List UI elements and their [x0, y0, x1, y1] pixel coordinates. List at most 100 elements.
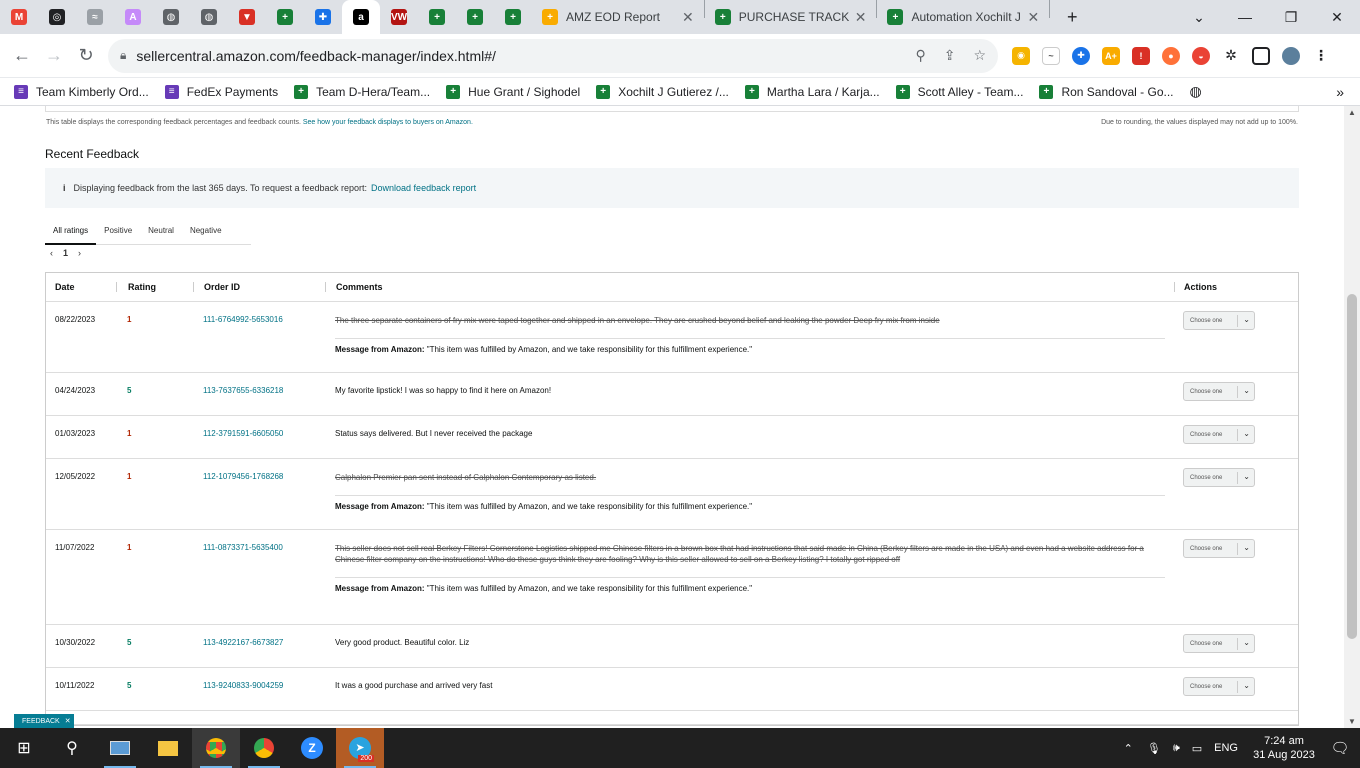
order-id-link[interactable]: 113-7637655-6336218: [193, 373, 325, 415]
bookmark-globe-icon[interactable]: ◍: [1190, 83, 1202, 100]
extension-blue-icon[interactable]: ✚: [1072, 46, 1090, 65]
order-id-link[interactable]: 111-6764992-5653016: [193, 302, 325, 372]
bookmark-item[interactable]: ≡ FedEx Payments: [164, 84, 278, 99]
extension-alert-icon[interactable]: !: [1132, 46, 1150, 65]
scrollbar-thumb[interactable]: [1347, 294, 1357, 639]
microphone-icon[interactable]: 🎙︎: [1147, 742, 1161, 755]
new-tab-button[interactable]: +: [1056, 1, 1088, 33]
bookmark-item[interactable]: + Scott Alley - Team...: [895, 84, 1023, 99]
tab-neutral[interactable]: Neutral: [140, 220, 182, 245]
site-info-icon[interactable]: 🔒︎: [120, 48, 126, 63]
pinned-tab-globe-1[interactable]: ◍: [152, 0, 190, 34]
actions-dropdown[interactable]: Choose one ⌄: [1183, 468, 1255, 487]
pinned-tab-globe-2[interactable]: ◍: [190, 0, 228, 34]
network-icon[interactable]: ▭: [1192, 742, 1202, 755]
chrome-icon[interactable]: [192, 728, 240, 768]
browser-tab[interactable]: + PURCHASE TRACKER ✕: [705, 0, 877, 34]
order-id-link[interactable]: 113-4922167-6673827: [193, 625, 325, 667]
browser-menu-icon[interactable]: ⋮: [1312, 46, 1330, 65]
bookmark-star-icon[interactable]: ☆: [973, 47, 986, 64]
volume-icon[interactable]: 🕪︎: [1173, 742, 1180, 755]
side-panel-icon[interactable]: [1252, 46, 1270, 65]
actions-dropdown[interactable]: Choose one ⌄: [1183, 311, 1255, 330]
bookmarks-overflow-icon[interactable]: »: [1336, 84, 1344, 100]
minimize-button[interactable]: —: [1222, 9, 1268, 25]
close-tab-icon[interactable]: ✕: [1027, 9, 1039, 26]
tab-search-icon[interactable]: ⌄: [1176, 9, 1222, 26]
current-page[interactable]: 1: [63, 248, 68, 258]
telegram-icon[interactable]: ➤ 200: [336, 728, 384, 768]
profile-avatar[interactable]: [1282, 46, 1300, 65]
computer-app-icon[interactable]: [96, 728, 144, 768]
cell-comments: The three separate containers of fry mix…: [325, 302, 1174, 372]
tab-all-ratings[interactable]: All ratings: [45, 220, 97, 245]
order-id-link[interactable]: 112-3791591-6605050: [193, 416, 325, 458]
scroll-down-icon[interactable]: ▼: [1348, 717, 1356, 726]
extension-boost-icon[interactable]: A+: [1102, 46, 1120, 65]
tab-positive[interactable]: Positive: [96, 220, 140, 245]
close-tab-icon[interactable]: ✕: [855, 9, 867, 26]
browser-tab[interactable]: + Automation Xochilt J ✕: [877, 0, 1049, 34]
download-report-link[interactable]: Download feedback report: [371, 183, 476, 193]
extension-firefox-icon[interactable]: ●: [1162, 46, 1180, 65]
prev-page-icon[interactable]: ‹: [50, 248, 53, 258]
show-hidden-icon[interactable]: ⌃: [1124, 742, 1133, 755]
actions-dropdown[interactable]: Choose one ⌄: [1183, 382, 1255, 401]
pinned-tab-pinned-11[interactable]: VW: [380, 0, 418, 34]
bookmark-item[interactable]: ≡ Team Kimberly Ord...: [14, 84, 149, 99]
pinned-tab-openai[interactable]: ◎: [38, 0, 76, 34]
language-indicator[interactable]: ENG: [1214, 742, 1238, 754]
forward-button[interactable]: →: [38, 40, 70, 72]
back-button[interactable]: ←: [6, 40, 38, 72]
close-tab-icon[interactable]: ✕: [682, 9, 694, 26]
order-id-link[interactable]: 113-9240833-9004259: [193, 668, 325, 710]
actions-dropdown[interactable]: Choose one ⌄: [1183, 634, 1255, 653]
pinned-tab-sheets-3[interactable]: +: [456, 0, 494, 34]
page-scrollbar[interactable]: ▲ ▼: [1344, 106, 1360, 728]
pinned-tab-pinned-9[interactable]: ✚: [304, 0, 342, 34]
pinned-tab-sheets-4[interactable]: +: [494, 0, 532, 34]
address-bar[interactable]: 🔒︎ sellercentral.amazon.com/feedback-man…: [108, 38, 998, 73]
zoom-icon[interactable]: ⚲: [915, 47, 925, 64]
extension-honey-icon[interactable]: ◉: [1012, 46, 1030, 65]
reload-button[interactable]: ↻: [70, 40, 102, 72]
pinned-tab-sheets-2[interactable]: +: [418, 0, 456, 34]
feedback-display-link[interactable]: See how your feedback displays to buyers…: [303, 119, 473, 126]
extensions-puzzle-icon[interactable]: ✲: [1222, 46, 1240, 65]
pinned-tab-pinned-7[interactable]: ▼: [228, 0, 266, 34]
close-icon[interactable]: ✕: [65, 717, 71, 725]
bookmark-item[interactable]: + Team D-Hera/Team...: [294, 84, 430, 99]
actions-dropdown[interactable]: Choose one ⌄: [1183, 677, 1255, 696]
pinned-tab-amazon[interactable]: a: [342, 0, 380, 34]
next-page-icon[interactable]: ›: [78, 248, 81, 258]
extension-logo-icon[interactable]: ~: [1042, 46, 1060, 65]
message-label: Message from Amazon:: [335, 502, 425, 511]
restore-button[interactable]: ❐: [1268, 9, 1314, 26]
scroll-up-icon[interactable]: ▲: [1348, 108, 1356, 117]
bookmark-item[interactable]: + Xochilt J Gutierez /...: [596, 84, 729, 99]
bookmark-item[interactable]: + Ron Sandoval - Go...: [1039, 84, 1174, 99]
pinned-tab-gmail[interactable]: M: [0, 0, 38, 34]
bookmark-item[interactable]: + Hue Grant / Sighodel: [446, 84, 580, 99]
notifications-icon[interactable]: 🗨︎: [1320, 739, 1360, 757]
pinned-tab-sheets-1[interactable]: +: [266, 0, 304, 34]
share-icon[interactable]: ⇪: [944, 47, 956, 64]
start-button[interactable]: ⊞: [0, 728, 48, 768]
zoom-app-icon[interactable]: Z: [288, 728, 336, 768]
actions-dropdown[interactable]: Choose one ⌄: [1183, 425, 1255, 444]
order-id-link[interactable]: 112-1079456-1768268: [193, 459, 325, 529]
extension-pokeball-icon[interactable]: ◒: [1192, 46, 1210, 65]
feedback-button[interactable]: FEEDBACK ✕: [14, 714, 74, 728]
search-icon[interactable]: ⚲: [48, 728, 96, 768]
pinned-tab-pinned-3[interactable]: ≈: [76, 0, 114, 34]
actions-dropdown[interactable]: Choose one ⌄: [1183, 539, 1255, 558]
browser-tab[interactable]: + AMZ EOD Report ✕: [532, 0, 704, 34]
close-window-button[interactable]: ✕: [1314, 9, 1360, 26]
pinned-tab-pinned-4[interactable]: A: [114, 0, 152, 34]
clock[interactable]: 7:24 am 31 Aug 2023: [1248, 734, 1320, 762]
bookmark-item[interactable]: + Martha Lara / Karja...: [744, 84, 880, 99]
tab-negative[interactable]: Negative: [182, 220, 230, 245]
chrome-profile-icon[interactable]: [240, 728, 288, 768]
file-explorer-icon[interactable]: [144, 728, 192, 768]
order-id-link[interactable]: 111-0873371-5635400: [193, 530, 325, 624]
